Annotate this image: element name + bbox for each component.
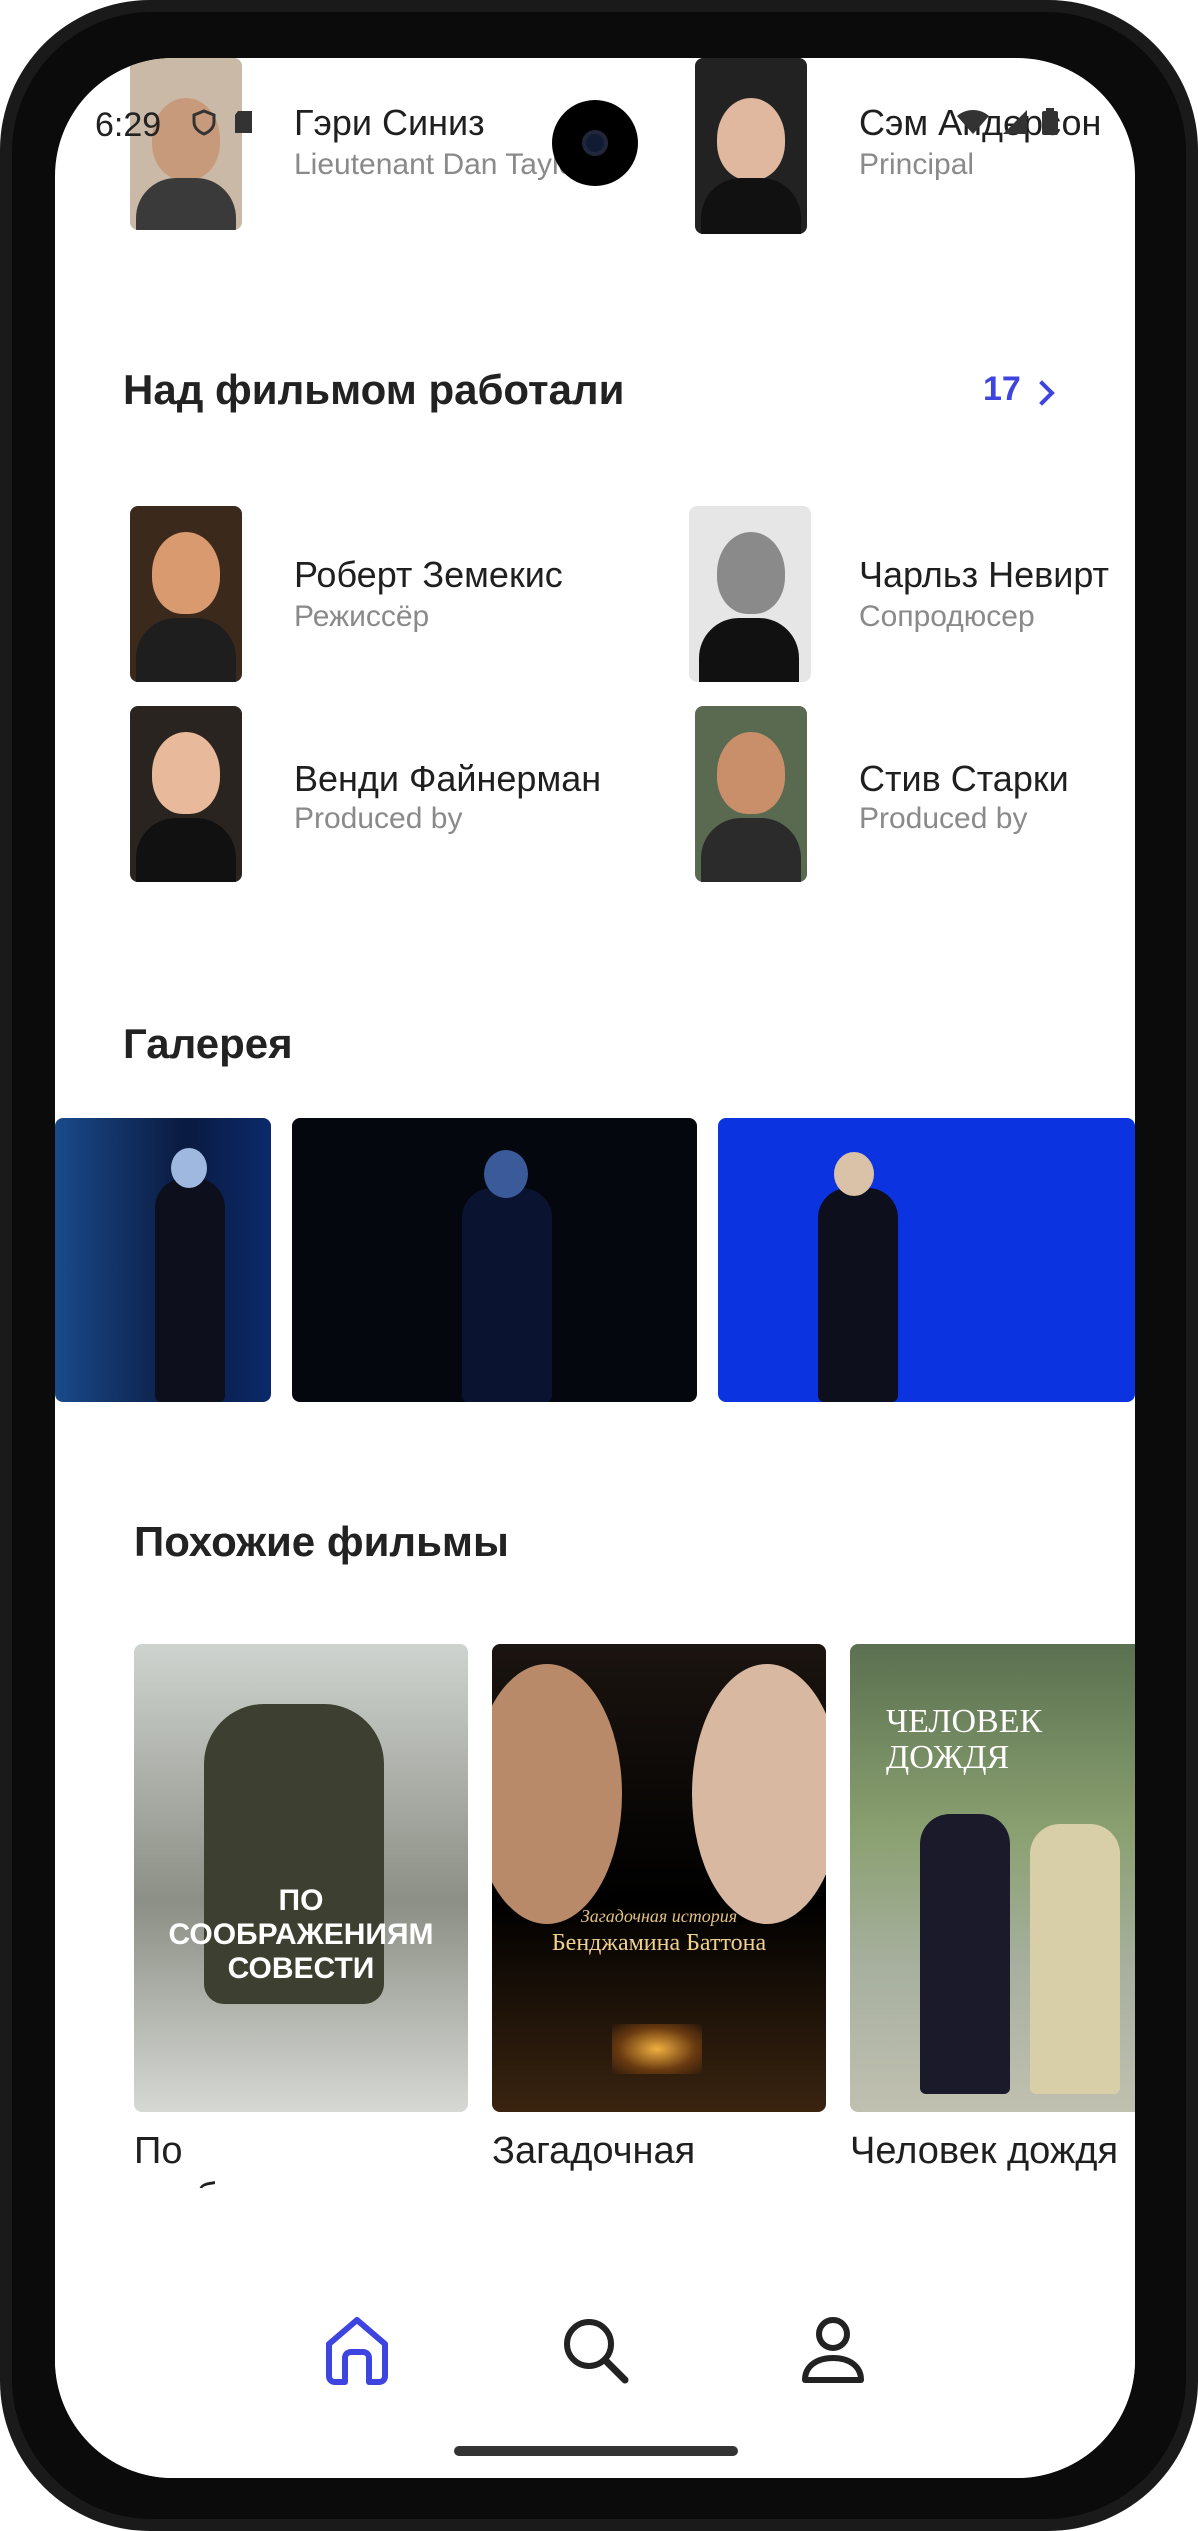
movie-title[interactable]: По соображениям совести [134, 2128, 434, 2188]
status-time: 6:29 [95, 106, 162, 144]
crew-photo [689, 506, 811, 682]
crew-item[interactable]: Чарльз Невирт Сопродюсер [689, 506, 1135, 686]
gallery-image[interactable] [55, 1118, 271, 1402]
similar-carousel[interactable]: ПО СООБРАЖЕНИЯМ СОВЕСТИ Загадочная истор… [55, 1644, 1135, 2124]
sd-card-icon [235, 111, 252, 133]
poster-title: ЧЕЛОВЕК ДОЖДЯ [886, 1703, 1043, 1776]
poster-title: ПО СООБРАЖЕНИЯМ СОВЕСТИ [168, 1884, 434, 1985]
status-bar: 6:29 [55, 58, 1135, 186]
gallery-image[interactable] [292, 1118, 697, 1402]
crew-name: Венди Файнерман [294, 758, 602, 799]
crew-role: Produced by [294, 802, 463, 835]
shield-icon [192, 109, 216, 136]
similar-section-title: Похожие фильмы [134, 1518, 509, 1565]
movie-poster[interactable]: ЧЕЛОВЕК ДОЖДЯ [850, 1644, 1135, 2112]
wifi-icon [957, 110, 989, 134]
crew-role: Produced by [859, 802, 1028, 835]
phone-frame: 6:29 Гэри Синиз Lieutenant Dan Taylor Сэ… [0, 0, 1198, 2531]
crew-photo [130, 506, 242, 682]
profile-icon[interactable] [793, 2310, 873, 2390]
movie-title[interactable]: Человек дождя [850, 2128, 1135, 2178]
signal-icon [1003, 110, 1027, 134]
bottom-navigation [55, 2218, 1135, 2478]
movie-poster[interactable]: Загадочная история Бенджамина Баттона [492, 1644, 826, 2112]
poster-subtitle: Загадочная история [580, 1906, 738, 1926]
home-indicator[interactable] [454, 2446, 738, 2456]
battery-icon [1042, 108, 1058, 135]
crew-count-link[interactable]: 17 [983, 370, 1021, 409]
crew-photo [695, 706, 807, 882]
crew-name: Стив Старки [859, 758, 1069, 799]
crew-section-title: Над фильмом работали [123, 366, 625, 413]
crew-row: Венди Файнерман Produced by Стив Старки … [55, 706, 1135, 886]
movie-title[interactable]: Загадочная история Бенджамина Баттона [492, 2128, 792, 2188]
search-icon[interactable] [555, 2310, 635, 2390]
crew-role: Режиссёр [294, 600, 430, 633]
front-camera [552, 100, 638, 186]
crew-name: Чарльз Невирт [859, 554, 1110, 595]
gallery-section-title: Галерея [123, 1020, 293, 1067]
crew-item[interactable]: Стив Старки Produced by [695, 706, 1135, 886]
crew-name: Роберт Земекис [294, 554, 563, 595]
crew-photo [130, 706, 242, 882]
gallery-image[interactable] [718, 1118, 1135, 1402]
crew-row: Роберт Земекис Режиссёр Чарльз Невирт Со… [55, 506, 1135, 686]
crew-role: Сопродюсер [859, 600, 1035, 633]
crew-item[interactable]: Роберт Земекис Режиссёр [130, 506, 610, 686]
chevron-right-icon[interactable] [1029, 380, 1055, 406]
app-screen: 6:29 Гэри Синиз Lieutenant Dan Taylor Сэ… [55, 58, 1135, 2478]
gallery-carousel[interactable] [55, 1118, 1135, 1402]
poster-title: Бенджамина Баттона [551, 1930, 767, 1956]
home-icon[interactable] [317, 2310, 397, 2390]
crew-item[interactable]: Венди Файнерман Produced by [130, 706, 610, 886]
movie-poster[interactable]: ПО СООБРАЖЕНИЯМ СОВЕСТИ [134, 1644, 468, 2112]
